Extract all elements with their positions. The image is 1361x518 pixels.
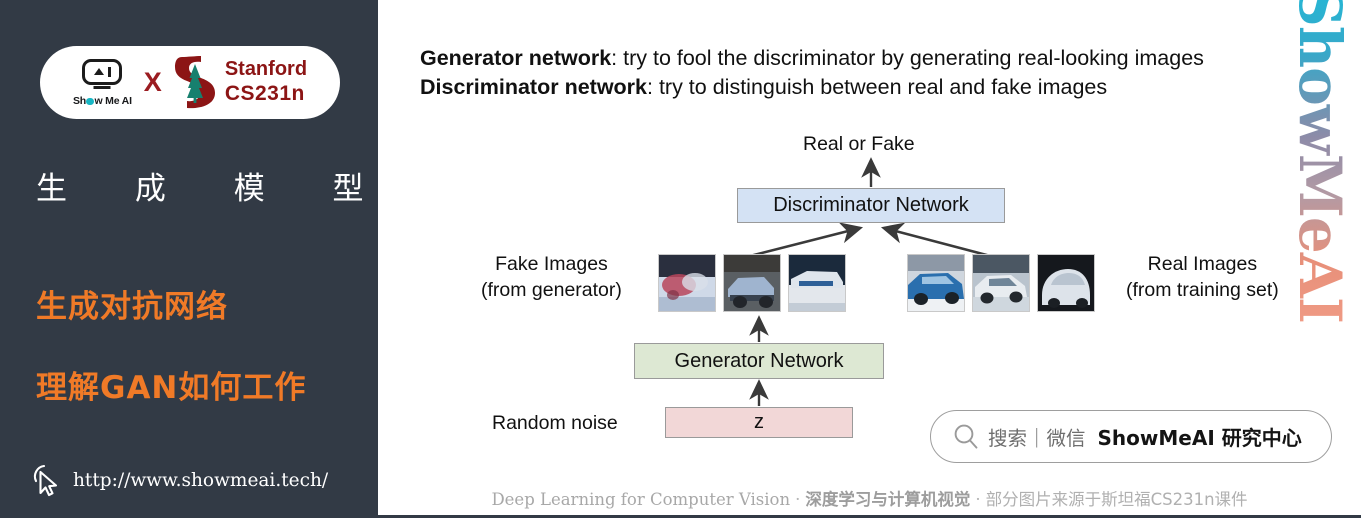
real-image-thumbnails [907,254,1095,312]
showmeai-word-post: w Me AI [94,94,132,107]
fake-image-thumbnails [658,254,846,312]
footer-sep-2: · [975,490,981,509]
footer-cn-bold: 深度学习与计算机视觉 [805,490,971,509]
topic-line-2: 理解GAN如何工作 [36,370,307,406]
logo-pill: Sh w Me AI X Stanford CS231n [40,46,340,119]
search-placeholder: 搜索｜微信 [988,427,1086,450]
thumbnail [972,254,1030,312]
showmeai-dot-icon [86,97,94,106]
site-url-text: http://www.showmeai.tech/ [73,469,329,491]
page-title: 生 成 模 型 [36,171,378,207]
caret-glyph [93,68,104,75]
footer-cn-normal: 部分图片来源于斯坦福CS231n课件 [985,490,1248,509]
stanford-line1: Stanford [224,58,308,81]
showmeai-wordmark: Sh w Me AI [73,95,132,107]
showmeai-word-pre: Sh [72,94,86,107]
fake-images-label-line2: (from generator) [481,278,622,301]
search-brand-text: ShowMeAI 研究中心 [1097,426,1302,450]
latent-z-box[interactable]: z [665,407,853,438]
footer: Deep Learning for Computer Vision · 深度学习与计… [378,486,1361,510]
fake-images-label: Fake Images (from generator) [481,252,622,303]
search-icon [954,424,978,449]
real-images-label-line1: Real Images [1147,253,1258,275]
random-noise-label: Random noise [492,412,618,434]
thumbnail [1037,254,1095,312]
header-generator-desc: : try to fool the discriminator by gener… [611,46,1204,70]
header-generator-term: Generator network [420,46,612,70]
footer-sep-1: · [795,490,801,509]
cross-symbol: X [143,67,162,97]
monitor-stand [93,85,111,89]
real-images-label: Real Images (from training set) [1126,252,1279,303]
showmeai-monitor-icon [82,58,123,89]
stanford-logo: Stanford CS231n [174,54,307,111]
stanford-tree-icon [174,54,216,111]
output-label: Real or Fake [803,133,915,155]
bar-glyph [107,66,111,77]
stanford-wordmark: Stanford CS231n [225,58,307,106]
site-url-row[interactable]: http://www.showmeai.tech/ [32,463,328,497]
wechat-search-widget[interactable]: 搜索｜微信 ShowMeAI 研究中心 [930,410,1332,463]
header-discriminator-desc: : try to distinguish between real and fa… [647,75,1108,99]
thumbnail [788,254,846,312]
cursor-pointer-icon [33,464,58,497]
showmeai-logo: Sh w Me AI [73,58,132,107]
fake-images-label-line1: Fake Images [495,253,608,275]
thumbnail [907,254,965,312]
showmeai-watermark: ShowMeAI [1283,0,1357,322]
sidebar: Sh w Me AI X Stanford CS231n 生 成 模 型 生成对… [0,0,378,518]
header-line-discriminator: Discriminator network: try to distinguis… [420,75,1107,100]
header-discriminator-term: Discriminator network [420,75,647,99]
thumbnail [658,254,716,312]
real-images-label-line2: (from training set) [1126,278,1279,301]
topic-line-1: 生成对抗网络 [36,289,228,325]
discriminator-network-box[interactable]: Discriminator Network [737,188,1005,223]
thumbnail [723,254,781,312]
slide-root: Sh w Me AI X Stanford CS231n 生 成 模 型 生成对… [0,0,1361,518]
content-panel: Generator network: try to fool the discr… [378,0,1361,518]
watermark-text: ShowMeAI [1286,0,1354,322]
header-line-generator: Generator network: try to fool the discr… [420,46,1204,71]
footer-en: Deep Learning for Computer Vision [491,490,791,509]
generator-network-box[interactable]: Generator Network [634,343,884,379]
stanford-line2: CS231n [224,81,305,105]
